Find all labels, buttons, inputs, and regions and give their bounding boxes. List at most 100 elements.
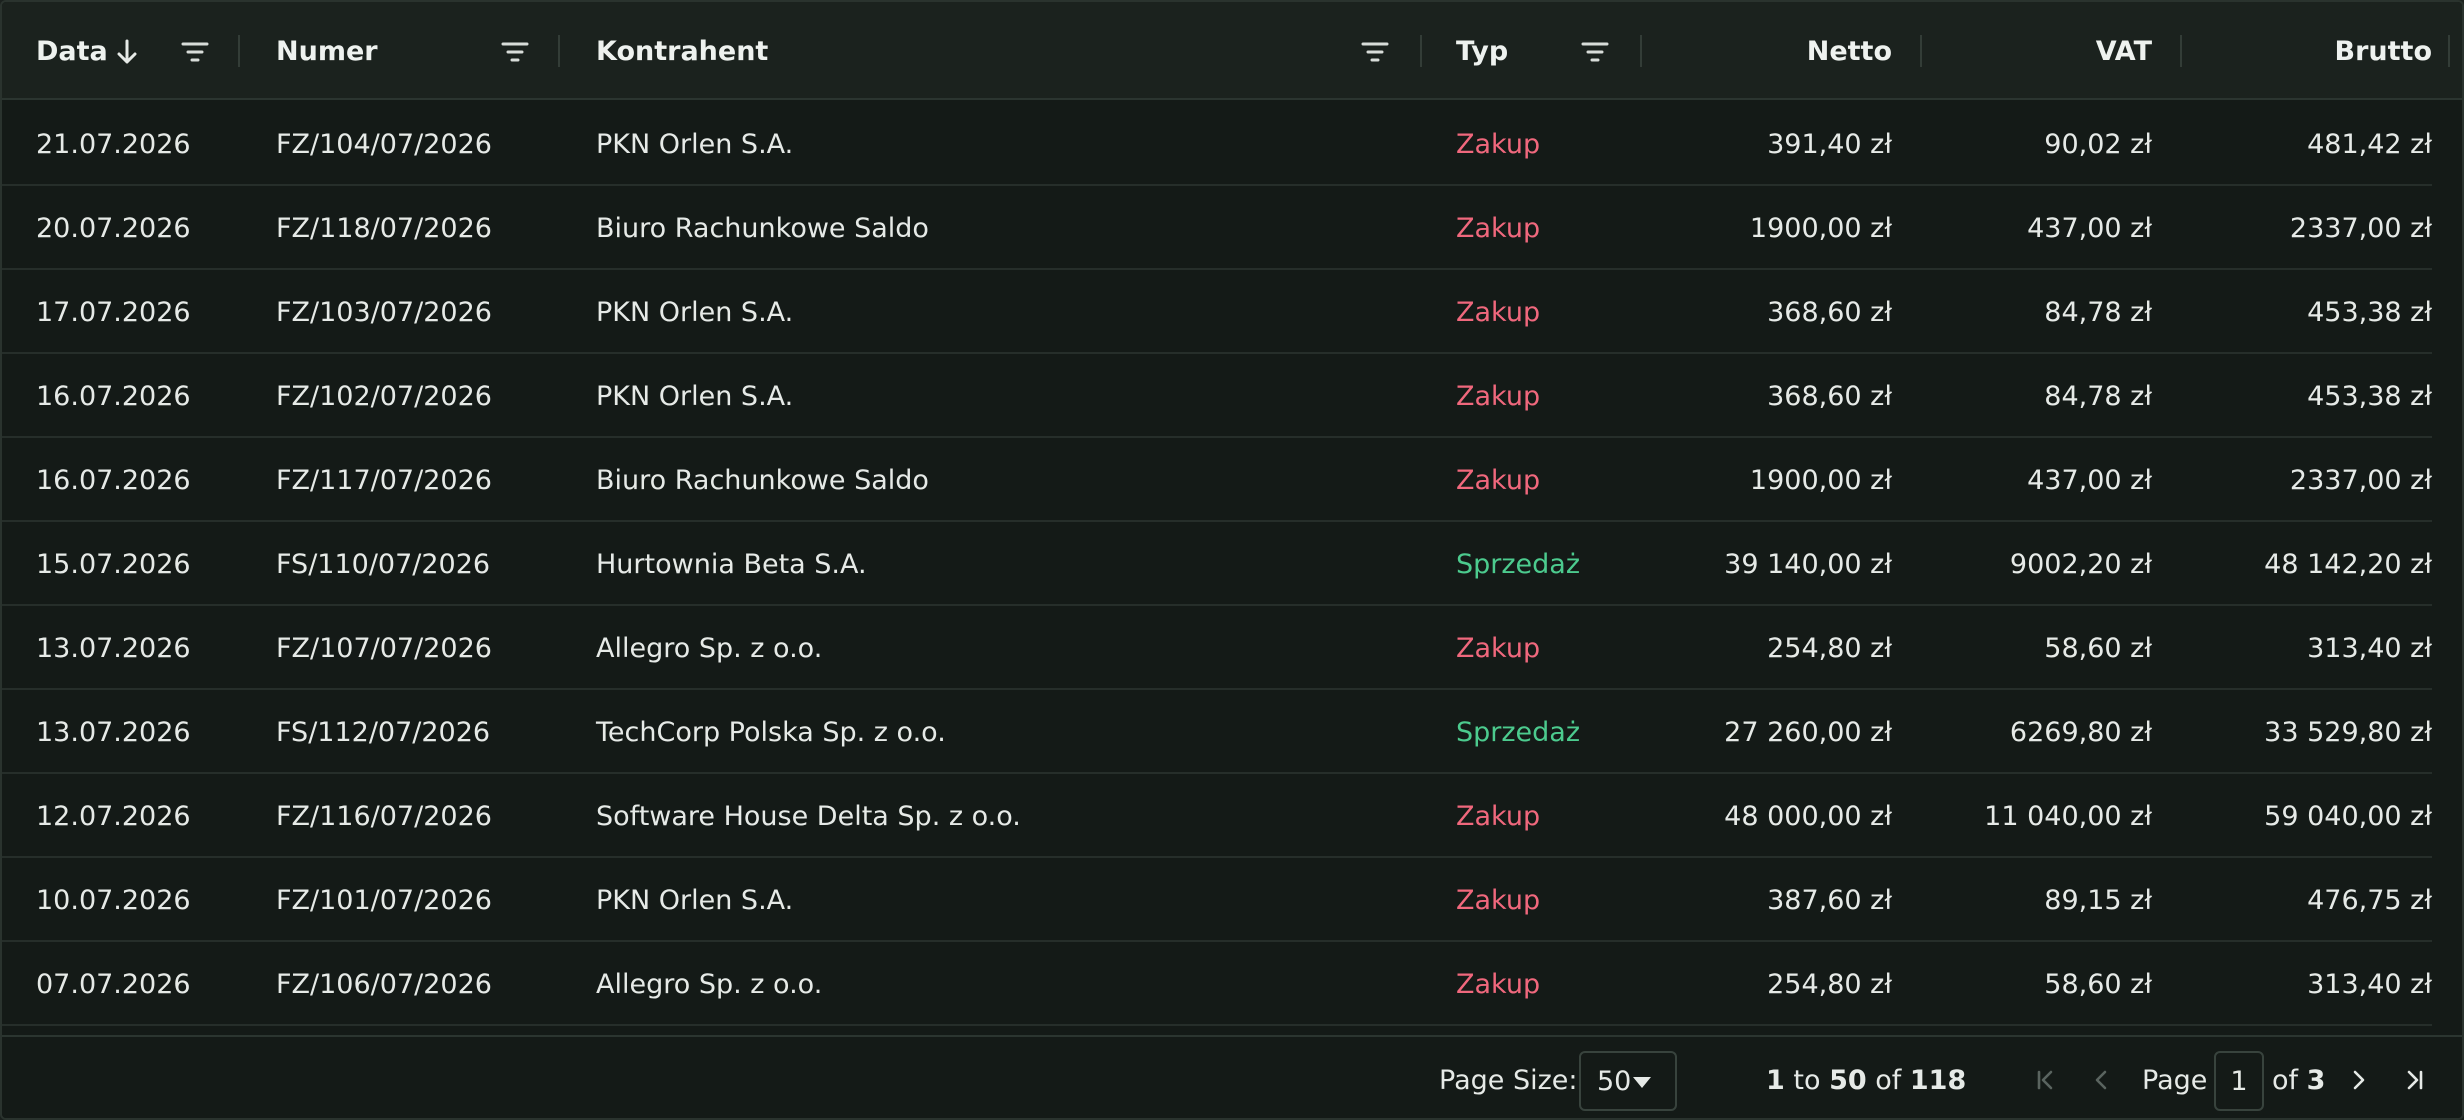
range-to: 50 [1829, 1065, 1867, 1096]
cell-netto: 48 000,00 zł [1724, 800, 1892, 832]
column-header-numer[interactable]: Numer [276, 2, 476, 100]
column-separator[interactable] [2448, 35, 2450, 67]
cell-brutto: 48 142,20 zł [2264, 548, 2432, 580]
cell-data: 10.07.2026 [36, 884, 191, 916]
column-header-kontrahent[interactable]: Kontrahent [596, 2, 996, 100]
sort-descending-icon[interactable] [112, 37, 142, 67]
cell-brutto: 33 529,80 zł [2264, 716, 2432, 748]
cell-data: 17.07.2026 [36, 296, 191, 328]
cell-netto: 254,80 zł [1767, 968, 1892, 1000]
column-header-label: Netto [1806, 35, 1892, 67]
table-row[interactable]: 16.07.2026 FZ/117/07/2026 Biuro Rachunkowe… [2, 438, 2432, 522]
cell-data: 13.07.2026 [36, 716, 191, 748]
cell-vat: 84,78 zł [2044, 296, 2152, 328]
last-page-icon[interactable] [2398, 1063, 2432, 1097]
column-header-label: Typ [1456, 35, 1509, 67]
total-pages-value: 3 [2306, 1065, 2326, 1096]
page-label: Page [2142, 1065, 2208, 1096]
cell-vat: 9002,20 zł [2009, 548, 2152, 580]
cell-typ: Zakup [1456, 968, 1541, 1000]
cell-kontrahent: PKN Orlen S.A. [596, 128, 794, 160]
cell-netto: 27 260,00 zł [1724, 716, 1892, 748]
cell-kontrahent: Hurtownia Beta S.A. [596, 548, 867, 580]
cell-data: 16.07.2026 [36, 380, 191, 412]
column-separator[interactable] [1920, 35, 1922, 67]
range-from: 1 [1766, 1065, 1785, 1096]
column-header-label: Kontrahent [596, 35, 769, 67]
page-size-select[interactable]: 50 [1579, 1051, 1677, 1111]
column-header-label: Brutto [2334, 35, 2432, 67]
range-to-word: to [1793, 1065, 1821, 1096]
previous-page-icon[interactable] [2084, 1063, 2118, 1097]
cell-vat: 11 040,00 zł [1984, 800, 2152, 832]
cell-kontrahent: PKN Orlen S.A. [596, 296, 794, 328]
cell-numer: FZ/106/07/2026 [276, 968, 492, 1000]
cell-kontrahent: TechCorp Polska Sp. z o.o. [596, 716, 946, 748]
cell-vat: 58,60 zł [2044, 632, 2152, 664]
current-page-input[interactable]: 1 [2214, 1051, 2264, 1111]
table-row[interactable]: 17.07.2026 FZ/103/07/2026 PKN Orlen S.A. Za… [2, 270, 2432, 354]
cell-typ: Zakup [1456, 380, 1541, 412]
column-separator[interactable] [2180, 35, 2182, 67]
cell-brutto: 59 040,00 zł [2264, 800, 2432, 832]
cell-brutto: 313,40 zł [2307, 968, 2432, 1000]
cell-numer: FZ/116/07/2026 [276, 800, 492, 832]
cell-typ: Zakup [1456, 632, 1541, 664]
filter-icon[interactable] [500, 37, 530, 67]
table-row[interactable]: 13.07.2026 FZ/107/07/2026 Allegro Sp. z o.… [2, 606, 2432, 690]
cell-data: 20.07.2026 [36, 212, 191, 244]
cell-brutto: 313,40 zł [2307, 632, 2432, 664]
column-header-label: Data [36, 35, 108, 67]
of-pages-word: of [2272, 1065, 2299, 1096]
cell-numer: FZ/104/07/2026 [276, 128, 492, 160]
cell-vat: 437,00 zł [2027, 212, 2152, 244]
total-rows: 118 [1909, 1065, 1967, 1096]
cell-numer: FZ/117/07/2026 [276, 464, 492, 496]
current-page-value: 1 [2230, 1065, 2248, 1097]
column-separator[interactable] [238, 35, 240, 67]
cell-data: 15.07.2026 [36, 548, 191, 580]
cell-vat: 90,02 zł [2044, 128, 2152, 160]
table-row[interactable]: 15.07.2026 FS/110/07/2026 Hurtownia Beta S… [2, 522, 2432, 606]
table-row[interactable]: 16.07.2026 FZ/102/07/2026 PKN Orlen S.A. Za… [2, 354, 2432, 438]
cell-data: 07.07.2026 [36, 968, 191, 1000]
column-separator[interactable] [1420, 35, 1422, 67]
filter-icon[interactable] [180, 37, 210, 67]
table-row[interactable]: 12.07.2026 FZ/116/07/2026 Software House D… [2, 774, 2432, 858]
column-header-netto[interactable]: Netto [1662, 2, 1892, 100]
table-row[interactable]: 13.07.2026 FS/112/07/2026 TechCorp Polska … [2, 690, 2432, 774]
table-row[interactable]: 10.07.2026 FZ/101/07/2026 PKN Orlen S.A. Za… [2, 858, 2432, 942]
cell-numer: FS/112/07/2026 [276, 716, 491, 748]
cell-typ: Zakup [1456, 128, 1541, 160]
cell-netto: 387,60 zł [1767, 884, 1892, 916]
pagination-panel: Page Size: 50 1 to 50 of 118 Page 1 of 3 [2, 1035, 2462, 1118]
next-page-icon[interactable] [2342, 1063, 2376, 1097]
cell-numer: FZ/101/07/2026 [276, 884, 492, 916]
cell-brutto: 453,38 zł [2307, 296, 2432, 328]
filter-icon[interactable] [1580, 37, 1610, 67]
column-separator[interactable] [558, 35, 560, 67]
range-of-word: of [1875, 1065, 1902, 1096]
table-row[interactable]: 21.07.2026 FZ/104/07/2026 PKN Orlen S.A. Za… [2, 102, 2432, 186]
cell-numer: FZ/118/07/2026 [276, 212, 492, 244]
cell-brutto: 2337,00 zł [2289, 212, 2432, 244]
cell-typ: Zakup [1456, 800, 1541, 832]
invoice-grid: Data Numer Kontrahent Typ Netto VAT Brut… [0, 0, 2464, 1120]
page-size-value: 50 [1597, 1065, 1632, 1097]
cell-numer: FZ/107/07/2026 [276, 632, 492, 664]
cell-typ: Zakup [1456, 296, 1541, 328]
column-header-typ[interactable]: Typ [1456, 2, 1576, 100]
filter-icon[interactable] [1360, 37, 1390, 67]
cell-kontrahent: PKN Orlen S.A. [596, 884, 794, 916]
cell-netto: 368,60 zł [1767, 296, 1892, 328]
table-row[interactable]: 20.07.2026 FZ/118/07/2026 Biuro Rachunkowe… [2, 186, 2432, 270]
cell-netto: 1900,00 zł [1749, 212, 1892, 244]
column-separator[interactable] [1640, 35, 1642, 67]
table-row[interactable]: 07.07.2026 FZ/106/07/2026 Allegro Sp. z o.… [2, 942, 2432, 1026]
page-size-label: Page Size: [1439, 1065, 1578, 1096]
cell-numer: FZ/102/07/2026 [276, 380, 492, 412]
column-header-vat[interactable]: VAT [1942, 2, 2152, 100]
first-page-icon[interactable] [2028, 1063, 2062, 1097]
cell-kontrahent: Biuro Rachunkowe Saldo [596, 212, 929, 244]
column-header-brutto[interactable]: Brutto [2202, 2, 2432, 100]
